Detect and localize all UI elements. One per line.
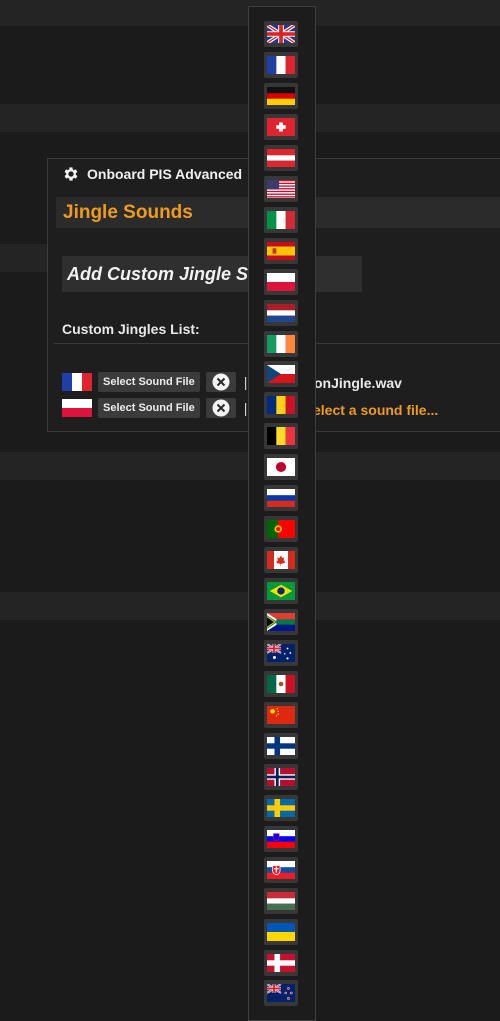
flag-option-no[interactable]: [264, 763, 298, 790]
pt-flag-icon: [267, 520, 295, 539]
gb-flag-icon: [267, 25, 295, 43]
pl-flag-icon[interactable]: [62, 399, 92, 417]
si-flag-icon: [267, 829, 295, 848]
flag-option-hu[interactable]: [264, 887, 298, 914]
mx-flag-icon: [267, 674, 295, 693]
flag-option-nl[interactable]: [264, 299, 298, 326]
flag-option-sk[interactable]: [264, 856, 298, 883]
flag-option-br[interactable]: [264, 578, 298, 605]
flag-option-dk[interactable]: [264, 949, 298, 976]
flag-option-es[interactable]: [264, 237, 298, 264]
ch-flag-icon: [267, 117, 295, 136]
select-sound-file-button[interactable]: Select Sound File: [98, 398, 200, 418]
flag-option-mx[interactable]: [264, 670, 298, 697]
separator: |: [243, 400, 248, 416]
flag-option-pl[interactable]: [264, 268, 298, 295]
za-flag-icon: [267, 613, 295, 632]
it-flag-icon: [267, 210, 295, 229]
au-flag-icon: [267, 644, 295, 662]
file-name: onJingle.wav: [314, 375, 402, 391]
br-flag-icon: [267, 582, 295, 601]
at-flag-icon: [267, 148, 295, 167]
hu-flag-icon: [267, 891, 295, 910]
list-item: Select Sound File |: [62, 397, 253, 419]
sk-flag-icon: [267, 860, 295, 879]
flag-option-be[interactable]: [264, 423, 298, 450]
flag-option-se[interactable]: [264, 794, 298, 821]
flag-option-it[interactable]: [264, 206, 298, 233]
flag-option-at[interactable]: [264, 144, 298, 171]
ie-flag-icon: [267, 334, 295, 353]
be-flag-icon: [267, 427, 295, 446]
panel-title-text: Onboard PIS Advanced: [87, 166, 243, 182]
panel-title: Onboard PIS Advanced: [62, 163, 242, 185]
pl-flag-icon: [267, 272, 295, 291]
se-flag-icon: [267, 798, 295, 817]
flag-option-jp[interactable]: [264, 454, 298, 481]
cz-flag-icon: [267, 365, 295, 384]
flag-option-de[interactable]: [264, 82, 298, 109]
clear-button[interactable]: [205, 398, 236, 418]
us-flag-icon: [267, 179, 295, 198]
flag-option-za[interactable]: [264, 609, 298, 636]
de-flag-icon: [267, 86, 295, 105]
file-placeholder[interactable]: elect a sound file...: [313, 402, 438, 418]
flag-option-ro[interactable]: [264, 392, 298, 419]
flag-dropdown-menu: [248, 6, 316, 1021]
custom-jingles-list-label: Custom Jingles List:: [62, 321, 200, 337]
flag-option-fi[interactable]: [264, 732, 298, 759]
flag-option-ch[interactable]: [264, 113, 298, 140]
flag-option-cn[interactable]: [264, 701, 298, 728]
list-item: Select Sound File |: [62, 371, 253, 393]
fr-flag-icon[interactable]: [62, 373, 92, 391]
flag-option-us[interactable]: [264, 175, 298, 202]
select-sound-file-button[interactable]: Select Sound File: [98, 372, 200, 392]
flag-option-ie[interactable]: [264, 330, 298, 357]
flag-option-nz[interactable]: [264, 980, 298, 1007]
ca-flag-icon: [267, 551, 295, 570]
flag-option-ru[interactable]: [264, 485, 298, 512]
nz-flag-icon: [267, 984, 295, 1003]
flag-option-cz[interactable]: [264, 361, 298, 388]
ru-flag-icon: [267, 489, 295, 508]
no-flag-icon: [267, 767, 295, 786]
fi-flag-icon: [267, 736, 295, 755]
jp-flag-icon: [267, 458, 295, 477]
es-flag-icon: [267, 241, 295, 260]
clear-button[interactable]: [205, 372, 236, 392]
flag-option-ua[interactable]: [264, 918, 298, 945]
add-custom-jingle-button[interactable]: Add Custom Jingle Sounds: [62, 256, 362, 292]
ua-flag-icon: [267, 922, 295, 941]
dk-flag-icon: [267, 953, 295, 972]
ro-flag-icon: [267, 396, 295, 415]
gear-icon: [64, 167, 78, 181]
close-icon: [212, 399, 230, 417]
flag-option-ca[interactable]: [264, 547, 298, 574]
flag-option-gb[interactable]: [264, 21, 298, 47]
flag-option-fr[interactable]: [264, 51, 298, 78]
separator: |: [243, 374, 248, 390]
flag-option-au[interactable]: [264, 640, 298, 666]
close-icon: [212, 373, 230, 391]
flag-option-si[interactable]: [264, 825, 298, 852]
cn-flag-icon: [267, 705, 295, 724]
fr-flag-icon: [267, 55, 295, 74]
flag-option-pt[interactable]: [264, 516, 298, 543]
nl-flag-icon: [267, 303, 295, 322]
